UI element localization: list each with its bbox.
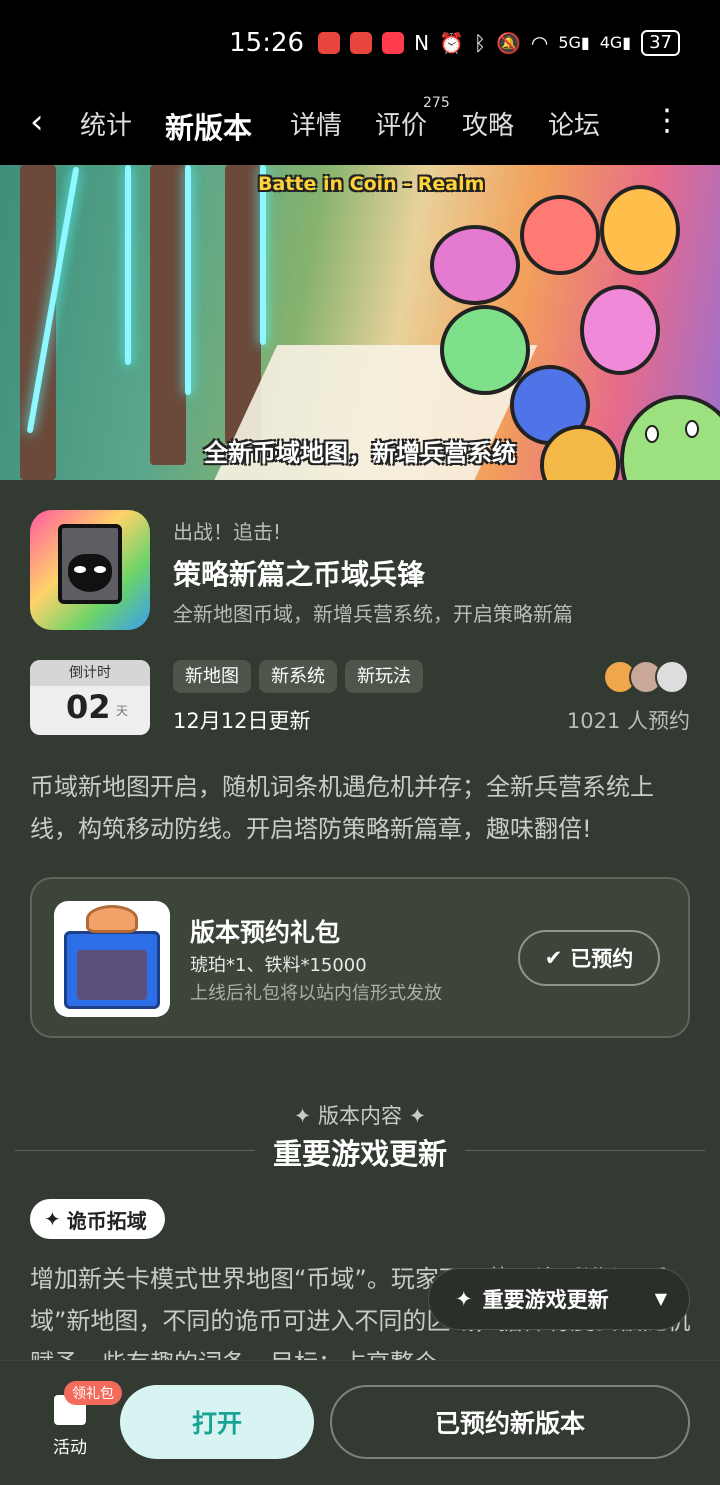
bluetooth-icon: ᛒ xyxy=(473,30,486,55)
gift-items: 琥珀*1、铁料*15000 xyxy=(190,955,367,976)
feature-pill: ✦ 诡币拓域 xyxy=(30,1199,165,1239)
checkmark-icon: ✔ xyxy=(544,946,563,970)
tab-details[interactable]: 详情 xyxy=(290,105,342,142)
section-jump-label: 重要游戏更新 xyxy=(482,1288,609,1312)
reservation-count: 1021 人预约 xyxy=(566,709,690,733)
reserved-button[interactable]: ✔ 已预约 xyxy=(518,930,660,986)
update-date: 12月12日更新 xyxy=(173,709,311,733)
gift-note: 上线后礼包将以站内信形式发放 xyxy=(190,983,442,1004)
xiaohongshu-app-icon xyxy=(382,31,405,54)
back-icon[interactable]: ‹ xyxy=(30,105,44,139)
game-logo-text: Batte in Coin - Realm xyxy=(258,173,485,195)
version-description: 币域新地图开启，随机词条机遇危机并存；全新兵营系统上线，构筑移动防线。开启塔防策… xyxy=(30,773,654,843)
activity-label: 活动 xyxy=(53,1438,87,1458)
mute-icon: 🔕 xyxy=(495,30,521,55)
countdown-label: 倒计时 xyxy=(30,660,150,686)
tab-new-version-label: 新版本 xyxy=(165,111,253,145)
avatar xyxy=(655,660,689,694)
sparkle-icon: ✦ xyxy=(455,1287,473,1311)
wifi-icon: ◠ xyxy=(530,30,549,55)
review-count: 275 xyxy=(423,95,450,111)
banner-caption: 全新币域地图，新增兵营系统 xyxy=(204,439,516,467)
sparkle-icon: ✦ xyxy=(44,1207,61,1231)
tag-new-gameplay: 新玩法 xyxy=(345,660,423,693)
signal-4g-icon: 4G▮ xyxy=(599,33,632,52)
tab-stats[interactable]: 统计 xyxy=(80,105,132,142)
reserver-avatars xyxy=(603,660,693,694)
reserved-version-button[interactable]: 已预约新版本 xyxy=(330,1385,690,1459)
reserved-button-label: 已预约 xyxy=(570,947,634,971)
gift-title: 版本预约礼包 xyxy=(190,918,341,947)
caret-down-icon: ▼ xyxy=(654,1289,667,1308)
section-title: 重要游戏更新 xyxy=(272,1137,447,1171)
more-options-icon[interactable]: ⋮ xyxy=(652,103,682,138)
alarm-icon: ⏰ xyxy=(439,30,464,55)
version-subtitle: 全新地图币域，新增兵营系统，开启策略新篇 xyxy=(173,602,573,626)
section-label-text: 版本内容 xyxy=(318,1104,402,1128)
section-jump-dropdown[interactable]: ✦ 重要游戏更新 ▼ xyxy=(428,1268,690,1330)
countdown-unit: 天 xyxy=(116,704,129,718)
version-banner[interactable]: Batte in Coin - Realm 全新币域地图，新增兵营系统 xyxy=(0,165,720,480)
activity-entry[interactable]: 领礼包 活动 xyxy=(40,1381,122,1458)
weibo-app-icon xyxy=(318,31,341,54)
countdown-card: 倒计时 02 天 xyxy=(30,660,150,735)
huawei-app-icon xyxy=(350,31,373,54)
tab-guides[interactable]: 攻略 xyxy=(462,105,514,142)
bottom-action-bar: 领礼包 活动 打开 已预约新版本 xyxy=(0,1360,720,1485)
gift-pack-card[interactable]: 版本预约礼包 琥珀*1、铁料*15000 上线后礼包将以站内信形式发放 ✔ 已预… xyxy=(30,877,690,1038)
section-label: ✦ 版本内容 ✦ xyxy=(293,1104,427,1128)
tab-reviews-label: 评价 xyxy=(375,111,428,141)
tab-new-version[interactable]: 新版本 xyxy=(161,105,257,151)
status-bar: 15:26 N ⏰ ᛒ 🔕 ◠ 5G▮ 4G▮ 37 xyxy=(0,0,720,85)
version-title: 策略新篇之币域兵锋 xyxy=(173,558,426,591)
countdown-value: 02 xyxy=(66,688,111,726)
signal-5g-icon: 5G▮ xyxy=(558,33,590,52)
version-slogan: 出战！追击! xyxy=(173,520,282,544)
tab-reviews[interactable]: 评价 275 xyxy=(375,95,450,142)
tab-forum[interactable]: 论坛 xyxy=(548,105,600,142)
game-app-icon xyxy=(30,510,150,630)
open-button[interactable]: 打开 xyxy=(120,1385,314,1459)
battery-indicator: 37 xyxy=(641,29,680,56)
nfc-icon: N xyxy=(414,30,430,55)
tag-new-map: 新地图 xyxy=(173,660,251,693)
status-time: 15:26 xyxy=(229,27,305,58)
tag-new-system: 新系统 xyxy=(259,660,337,693)
feature-pill-label: 诡币拓域 xyxy=(66,1208,147,1233)
activity-badge: 领礼包 xyxy=(64,1381,122,1405)
gift-box-icon xyxy=(54,901,170,1017)
top-navigation: ‹ 统计 新版本 详情 评价 275 攻略 论坛 ⋮ xyxy=(0,85,720,165)
